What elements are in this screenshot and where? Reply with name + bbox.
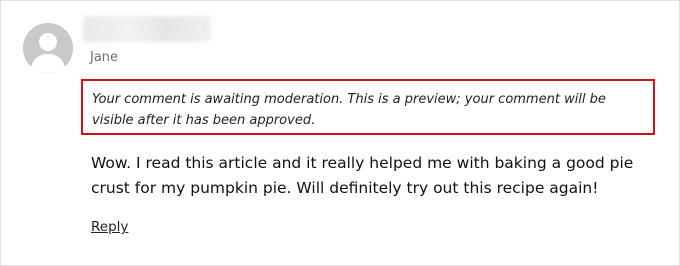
default-avatar-icon (23, 23, 73, 73)
comment-card: Jane Your comment is awaiting moderation… (0, 0, 680, 266)
moderation-notice-text: Your comment is awaiting moderation. Thi… (92, 92, 606, 128)
moderation-notice-box: Your comment is awaiting moderation. Thi… (81, 79, 655, 135)
reply-link[interactable]: Reply (91, 218, 128, 236)
comment-body-text: Wow. I read this article and it really h… (91, 154, 634, 197)
comment-author-name: Jane (90, 50, 119, 65)
blurred-author-link (83, 16, 211, 42)
